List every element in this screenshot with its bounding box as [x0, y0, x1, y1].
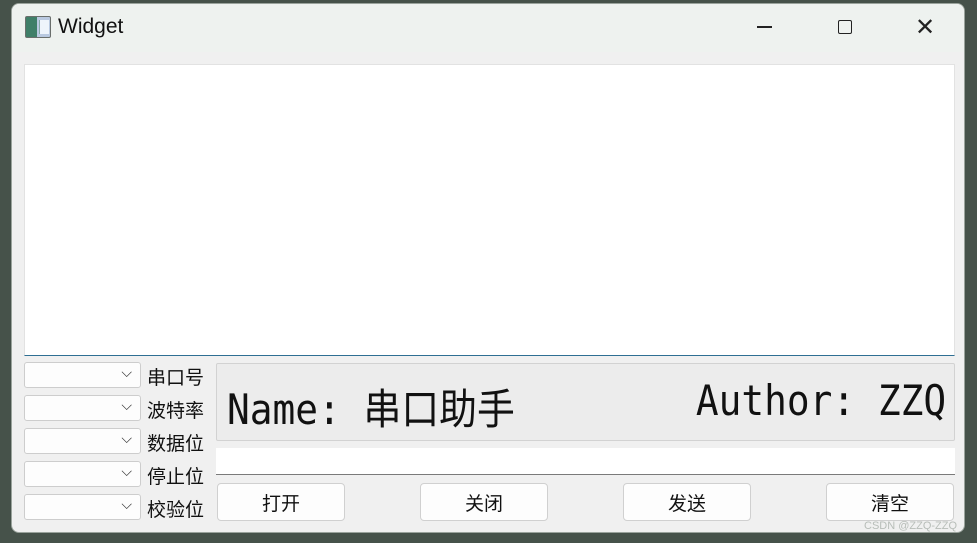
- port-combobox[interactable]: ⌵: [24, 362, 141, 388]
- close-button[interactable]: 关闭: [420, 483, 548, 521]
- info-banner: Name: 串口助手 Author: ZZQ: [216, 363, 955, 441]
- minimize-button[interactable]: [724, 4, 804, 50]
- data-bits-label: 数据位: [147, 433, 205, 455]
- chevron-down-icon: ⌵: [121, 398, 132, 414]
- send-input[interactable]: [216, 448, 955, 475]
- chevron-down-icon: ⌵: [121, 431, 132, 447]
- parity-label: 校验位: [147, 499, 205, 521]
- maximize-icon: [838, 20, 852, 34]
- chevron-down-icon: ⌵: [121, 464, 132, 480]
- author-label: Author: ZZQ: [695, 376, 946, 425]
- data-bits-combobox[interactable]: ⌵: [24, 428, 141, 454]
- baud-rate-label: 波特率: [147, 400, 205, 422]
- stop-bits-combobox[interactable]: ⌵: [24, 461, 141, 487]
- open-button[interactable]: 打开: [217, 483, 345, 521]
- minimize-icon: [756, 26, 772, 28]
- app-name-label: Name: 串口助手: [227, 385, 515, 434]
- chevron-down-icon: ⌵: [121, 365, 132, 381]
- stop-bits-label: 停止位: [147, 466, 205, 488]
- watermark: CSDN @ZZQ-ZZQ: [864, 520, 958, 532]
- window-title: Widget: [58, 15, 124, 38]
- maximize-button[interactable]: [805, 4, 885, 50]
- close-window-button[interactable]: ✕: [885, 4, 964, 50]
- clear-button[interactable]: 清空: [826, 483, 954, 521]
- title-bar[interactable]: Widget ✕: [12, 4, 964, 52]
- receive-text-area[interactable]: [24, 64, 955, 356]
- main-window: Widget ✕ ⌵ 串口号 ⌵ 波特率 ⌵ 数据位 ⌵ 停止位 ⌵ 校验位 N…: [11, 3, 965, 533]
- send-button[interactable]: 发送: [623, 483, 751, 521]
- chevron-down-icon: ⌵: [121, 497, 132, 513]
- app-icon: [25, 16, 51, 38]
- close-icon: ✕: [914, 13, 936, 41]
- port-label: 串口号: [147, 367, 205, 389]
- baud-rate-combobox[interactable]: ⌵: [24, 395, 141, 421]
- parity-combobox[interactable]: ⌵: [24, 494, 141, 520]
